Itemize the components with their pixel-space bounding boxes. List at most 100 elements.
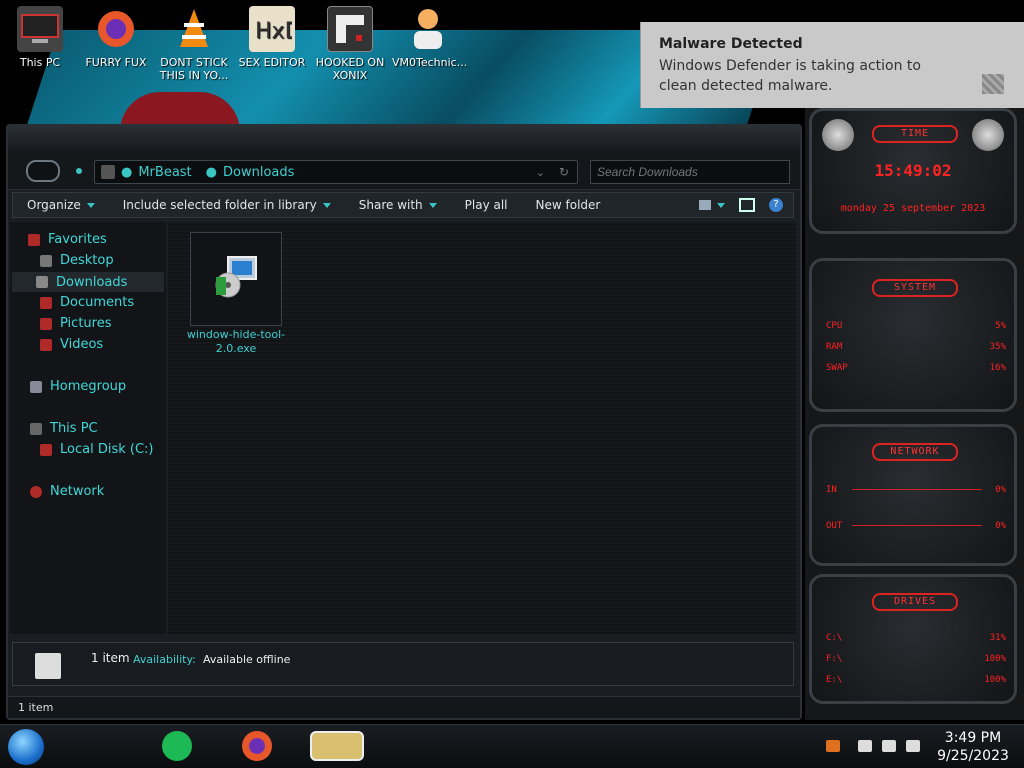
doctor-avatar-icon — [405, 6, 451, 52]
address-bar[interactable]: ● MrBeast ● Downloads ⌄ ↻ — [94, 160, 578, 184]
new-folder-button[interactable]: New folder — [522, 193, 615, 217]
folder-icon — [101, 165, 115, 179]
chevron-down-icon — [86, 202, 95, 208]
back-forward-button[interactable] — [26, 160, 60, 182]
tray-app-icon[interactable] — [826, 740, 840, 752]
status-bar: 1 item — [8, 696, 800, 718]
explorer-taskbar-button[interactable] — [310, 731, 364, 761]
nav-label: Favorites — [48, 232, 107, 247]
desktop-icon-label: This PC — [19, 56, 61, 69]
taskbar-date: 9/25/2023 — [937, 748, 1009, 764]
network-gadget[interactable]: NETWORK IN 0% OUT 0% — [809, 424, 1017, 566]
chevron-down-icon — [322, 202, 331, 208]
desktop-icon-label: SEX EDITOR — [238, 56, 306, 69]
include-label: Include selected folder in library — [122, 198, 317, 212]
xonix-game-icon — [327, 6, 373, 52]
file-item[interactable] — [190, 232, 282, 326]
nav-label: This PC — [50, 421, 98, 436]
nav-this-pc[interactable]: This PC — [30, 421, 98, 436]
drive-icon — [40, 443, 52, 456]
gadget-date: monday 25 september 2023 — [840, 203, 986, 214]
nav-label: Network — [50, 484, 105, 499]
file-name[interactable]: window-hide-tool-2.0.exe — [182, 328, 290, 356]
desktop-icon-xonix[interactable]: HOOKED ON XONIX — [314, 6, 386, 82]
nav-label: Videos — [60, 337, 104, 352]
desktop-icon-dont-stick[interactable]: DONT STICK THIS IN YO... — [158, 6, 230, 82]
system-gadget[interactable]: SYSTEM CPU 5% RAM 35% SWAP 16% — [809, 258, 1017, 412]
out-row: OUT 0% — [826, 521, 1006, 531]
preview-pane-icon[interactable] — [739, 198, 755, 212]
breadcrumb-downloads[interactable]: Downloads — [223, 165, 294, 180]
breadcrumb-mrbeast[interactable]: MrBeast — [138, 165, 191, 180]
share-with-button[interactable]: Share with — [345, 193, 451, 217]
nav-downloads[interactable]: Downloads — [12, 272, 164, 292]
documents-icon — [40, 296, 52, 309]
nav-favorites[interactable]: Favorites — [28, 232, 107, 247]
swap-row: SWAP 16% — [826, 363, 1006, 373]
toast-message: Windows Defender is taking action to cle… — [659, 58, 921, 94]
volume-icon[interactable] — [906, 740, 920, 752]
folder-thumbnail-icon — [35, 653, 61, 679]
nav-label: Desktop — [60, 253, 114, 268]
help-icon[interactable]: ? — [769, 198, 783, 212]
network-tray-icon[interactable] — [882, 740, 896, 752]
gadget-title: DRIVES — [872, 593, 958, 611]
defender-castle-icon — [982, 74, 1004, 94]
gadget-clock: 15:49:02 — [874, 161, 952, 180]
drive-value: 100% — [984, 675, 1006, 685]
firefox-taskbar-icon[interactable] — [242, 731, 272, 761]
desktop-icon-label: DONT STICK THIS IN YO... — [159, 56, 229, 82]
computer-icon — [30, 422, 42, 435]
explorer-window: ● MrBeast ● Downloads ⌄ ↻ Organize Inclu… — [6, 124, 802, 720]
in-row: IN 0% — [826, 485, 1006, 495]
start-orb-button[interactable] — [8, 729, 44, 765]
play-all-button[interactable]: Play all — [451, 193, 522, 217]
include-in-library-button[interactable]: Include selected folder in library — [109, 193, 345, 217]
nav-desktop[interactable]: Desktop — [40, 253, 114, 268]
homegroup-icon — [30, 380, 42, 393]
installer-icon — [214, 255, 258, 299]
nav-local-disk[interactable]: Local Disk (C:) — [40, 442, 153, 457]
malware-toast[interactable]: Malware Detected Windows Defender is tak… — [640, 22, 1024, 108]
toast-title: Malware Detected — [659, 36, 803, 52]
network-icon — [30, 485, 42, 498]
desktop-icon-label: HOOKED ON XONIX — [315, 56, 385, 82]
gadget-panel: TIME 15:49:02 monday 25 september 2023 S… — [805, 108, 1024, 720]
taskbar-clock[interactable]: 3:49 PM 9/25/2023 — [930, 729, 1016, 765]
desktop-icon-this-pc[interactable]: This PC — [4, 6, 76, 69]
window-titlebar[interactable] — [8, 126, 800, 154]
out-value: 0% — [995, 521, 1006, 531]
recent-pages-dot-icon[interactable] — [76, 168, 82, 174]
nav-network[interactable]: Network — [30, 484, 104, 499]
nav-documents[interactable]: Documents — [40, 295, 134, 310]
swap-label: SWAP — [826, 363, 848, 373]
out-label: OUT — [826, 521, 843, 531]
in-graph-line — [852, 489, 982, 490]
notes-app-icon[interactable] — [162, 731, 192, 761]
nav-pictures[interactable]: Pictures — [40, 316, 111, 331]
vlc-cone-icon — [171, 6, 217, 52]
drives-gadget[interactable]: DRIVES C:\ 31% F:\ 100% E:\ 100% — [809, 574, 1017, 704]
nav-homegroup[interactable]: Homegroup — [30, 379, 126, 394]
address-dropdown-chevron-icon[interactable]: ⌄ — [536, 166, 545, 179]
status-text: 1 item — [18, 701, 54, 714]
search-input[interactable] — [590, 160, 790, 184]
in-value: 0% — [995, 485, 1006, 495]
breadcrumb-separator-icon: ● — [205, 164, 218, 180]
desktop-icon-sex-editor[interactable]: HxD SEX EDITOR — [236, 6, 308, 69]
desktop-icon-vm0technic[interactable]: VM0Technic... — [392, 6, 467, 69]
availability-value: Available offline — [203, 653, 291, 666]
time-gadget[interactable]: TIME 15:49:02 monday 25 september 2023 — [809, 108, 1017, 234]
organize-button[interactable]: Organize — [13, 193, 109, 217]
out-graph-line — [852, 525, 982, 526]
desktop-icon-furry-fux[interactable]: FURRY FUX — [80, 6, 152, 69]
refresh-icon[interactable]: ↻ — [559, 165, 569, 179]
flag-icon[interactable] — [858, 740, 872, 752]
chevron-down-icon[interactable] — [717, 202, 725, 208]
taskbar: 3:49 PM 9/25/2023 — [0, 724, 1024, 768]
view-options-icon[interactable] — [699, 200, 711, 210]
hex-editor-icon: HxD — [249, 6, 295, 52]
nav-videos[interactable]: Videos — [40, 337, 103, 352]
ram-label: RAM — [826, 342, 843, 352]
in-label: IN — [826, 485, 837, 495]
